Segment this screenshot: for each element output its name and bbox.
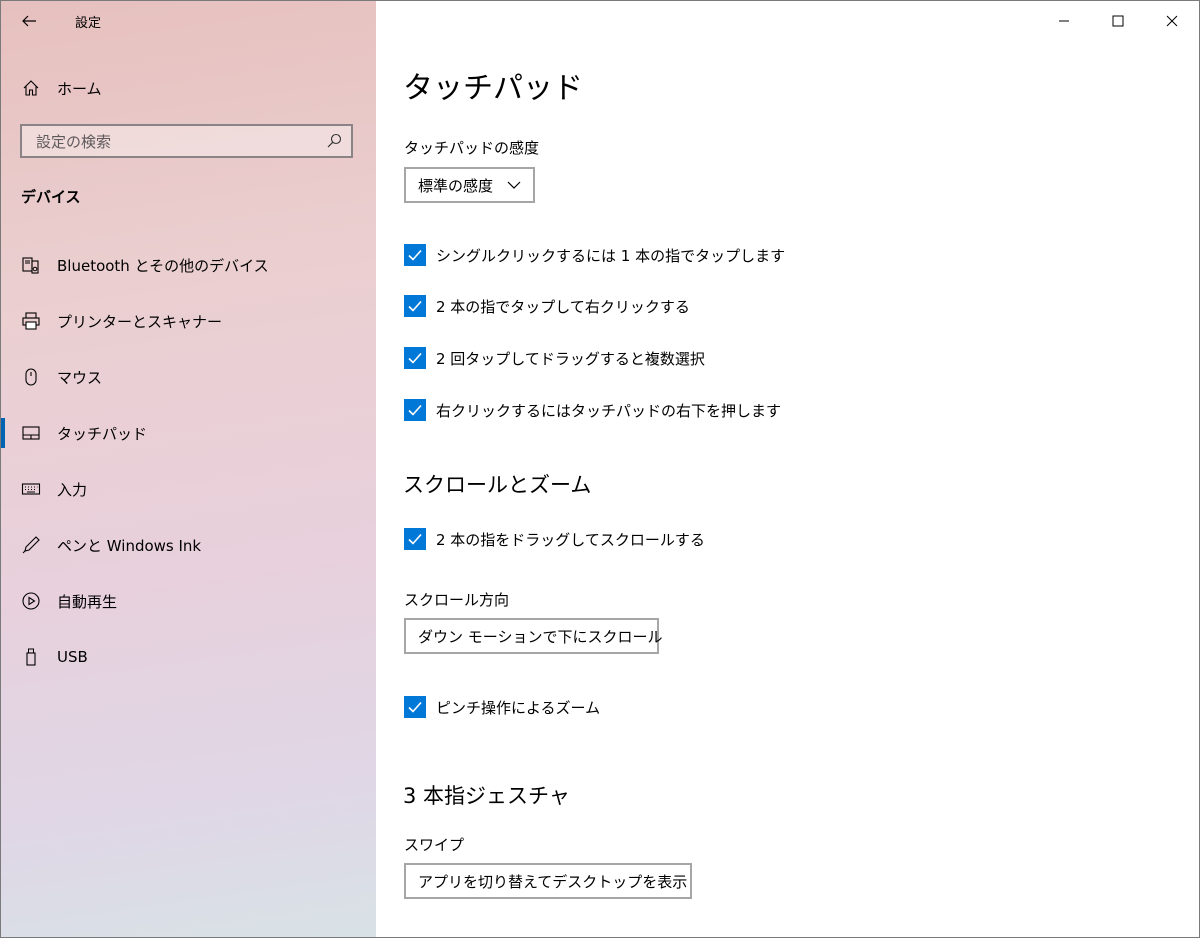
sidebar-item-label: USB xyxy=(57,648,88,666)
page-title: タッチパッド xyxy=(403,71,583,106)
sidebar-item-label: 自動再生 xyxy=(57,592,118,611)
search-placeholder: 設定の検索 xyxy=(36,132,112,151)
checkbox-label: 2 本の指でタップして右クリックする xyxy=(436,297,690,316)
checkmark-icon xyxy=(408,404,422,416)
nav-home-label: ホーム xyxy=(57,79,102,98)
checkbox-label: 2 本の指をドラッグしてスクロールする xyxy=(436,530,705,549)
sidebar-item-label: Bluetooth とその他のデバイス xyxy=(57,256,269,275)
close-button[interactable] xyxy=(1145,1,1199,41)
maximize-button[interactable] xyxy=(1091,1,1145,41)
checkbox[interactable] xyxy=(404,528,426,550)
sidebar-item-input[interactable]: 入力 xyxy=(1,467,376,511)
back-arrow-icon xyxy=(22,15,36,27)
sidebar-item-label: タッチパッド xyxy=(57,424,148,443)
swipe-dropdown[interactable]: アプリを切り替えてデスクトップを表示 xyxy=(404,863,692,899)
sidebar-item-mouse[interactable]: マウス xyxy=(1,355,376,399)
app-title: 設定 xyxy=(75,16,102,31)
section-heading: デバイス xyxy=(21,188,81,206)
touchpad-icon xyxy=(21,423,41,443)
nav-home[interactable]: ホーム xyxy=(1,67,376,109)
chevron-down-icon xyxy=(507,181,521,189)
checkbox-two-finger-tap[interactable]: 2 本の指でタップして右クリックする xyxy=(404,294,690,318)
dropdown-value: アプリを切り替えてデスクトップを表示 xyxy=(418,872,688,891)
dropdown-value: ダウン モーションで下にスクロール xyxy=(418,627,663,646)
checkmark-icon xyxy=(408,701,422,713)
sidebar-item-label: プリンターとスキャナー xyxy=(57,312,223,331)
checkmark-icon xyxy=(408,533,422,545)
checkbox-label: 右クリックするにはタッチパッドの右下を押します xyxy=(436,401,782,420)
printer-icon xyxy=(21,311,41,331)
sensitivity-dropdown[interactable]: 標準の感度 xyxy=(404,167,535,203)
sensitivity-label: タッチパッドの感度 xyxy=(404,139,540,157)
section-title-three-finger: 3 本指ジェスチャ xyxy=(403,784,570,808)
checkmark-icon xyxy=(408,352,422,364)
home-icon xyxy=(21,78,41,98)
usb-icon xyxy=(21,647,41,667)
scroll-direction-label: スクロール方向 xyxy=(404,591,510,609)
main-content: タッチパッド タッチパッドの感度 標準の感度 シングルクリックするには 1 本の… xyxy=(376,1,1199,937)
checkbox-label: ピンチ操作によるズーム xyxy=(436,698,601,717)
checkbox-double-tap-drag[interactable]: 2 回タップしてドラッグすると複数選択 xyxy=(404,346,705,370)
keyboard-icon xyxy=(21,479,41,499)
checkbox[interactable] xyxy=(404,295,426,317)
sidebar-item-touchpad[interactable]: タッチパッド xyxy=(1,411,376,455)
search-icon[interactable] xyxy=(325,132,343,150)
sidebar-item-autoplay[interactable]: 自動再生 xyxy=(1,579,376,623)
checkbox[interactable] xyxy=(404,347,426,369)
sidebar-item-label: マウス xyxy=(57,368,103,387)
sidebar: 設定 ホーム 設定の検索 デバイス Bluetooth とその他のデバイス プリ… xyxy=(1,1,376,937)
mouse-icon xyxy=(21,367,41,387)
settings-window: 設定 ホーム 設定の検索 デバイス Bluetooth とその他のデバイス プリ… xyxy=(0,0,1200,938)
sidebar-item-pen[interactable]: ペンと Windows Ink xyxy=(1,523,376,567)
dropdown-value: 標準の感度 xyxy=(418,176,494,195)
checkmark-icon xyxy=(408,300,422,312)
checkbox[interactable] xyxy=(404,696,426,718)
scroll-direction-dropdown[interactable]: ダウン モーションで下にスクロール xyxy=(404,618,663,654)
minimize-button[interactable] xyxy=(1037,1,1091,41)
title-bar: 設定 xyxy=(1,1,376,41)
sidebar-item-label: 入力 xyxy=(57,480,88,499)
checkmark-icon xyxy=(408,249,422,261)
window-controls xyxy=(1037,1,1199,41)
checkbox-label: 2 回タップしてドラッグすると複数選択 xyxy=(436,349,705,368)
search-input[interactable]: 設定の検索 xyxy=(20,124,353,158)
maximize-icon xyxy=(1112,15,1124,27)
checkbox[interactable] xyxy=(404,244,426,266)
bluetooth-devices-icon xyxy=(21,255,41,275)
sidebar-item-usb[interactable]: USB xyxy=(1,635,376,679)
swipe-label: スワイプ xyxy=(404,836,465,854)
close-icon xyxy=(1166,15,1178,27)
autoplay-icon xyxy=(21,591,41,611)
checkbox-bottom-right-click[interactable]: 右クリックするにはタッチパッドの右下を押します xyxy=(404,398,781,422)
sidebar-item-label: ペンと Windows Ink xyxy=(57,536,202,555)
back-button[interactable] xyxy=(13,7,45,35)
pen-icon xyxy=(21,535,41,555)
checkbox-drag-scroll[interactable]: 2 本の指をドラッグしてスクロールする xyxy=(404,527,705,551)
sidebar-item-printers[interactable]: プリンターとスキャナー xyxy=(1,299,376,343)
section-title-scroll-zoom: スクロールとズーム xyxy=(403,473,592,497)
checkbox-pinch-zoom[interactable]: ピンチ操作によるズーム xyxy=(404,695,600,719)
sidebar-item-bluetooth[interactable]: Bluetooth とその他のデバイス xyxy=(1,243,376,287)
checkbox[interactable] xyxy=(404,399,426,421)
checkbox-label: シングルクリックするには 1 本の指でタップします xyxy=(436,246,786,265)
minimize-icon xyxy=(1059,20,1069,22)
checkbox-single-tap[interactable]: シングルクリックするには 1 本の指でタップします xyxy=(404,243,785,267)
